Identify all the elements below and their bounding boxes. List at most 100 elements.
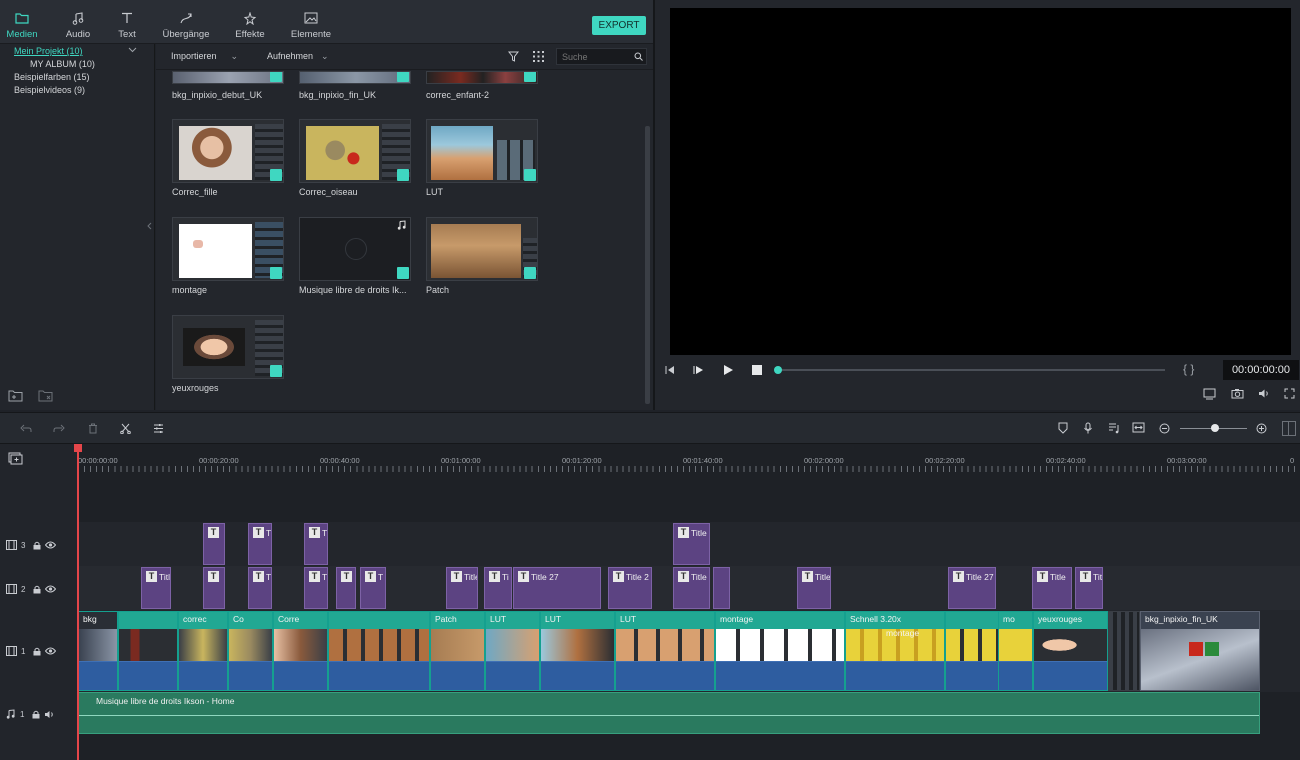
title-clip[interactable]: T Title 27	[948, 567, 996, 609]
grid-view-icon[interactable]	[533, 51, 544, 62]
title-clip[interactable]: TTitle	[673, 567, 710, 609]
remove-folder-icon[interactable]	[38, 389, 53, 402]
tab-effekte[interactable]: Effekte	[220, 10, 280, 40]
marker-shield-icon[interactable]	[1058, 422, 1068, 434]
title-clip[interactable]: T Title 2	[608, 567, 652, 609]
video-clip[interactable]	[328, 611, 430, 691]
timeline-panel-toggle[interactable]	[1282, 421, 1296, 436]
delete-icon[interactable]	[88, 423, 98, 434]
redo-icon[interactable]	[53, 424, 65, 433]
video-clip[interactable]: mo	[998, 611, 1033, 691]
eye-icon[interactable]	[45, 585, 56, 593]
play-icon[interactable]	[723, 365, 733, 375]
undo-icon[interactable]	[20, 424, 32, 433]
record-dropdown[interactable]: Aufnehmen ⌄	[267, 51, 329, 62]
title-clip[interactable]: TTitle	[1032, 567, 1072, 609]
video-clip[interactable]: Corre	[273, 611, 328, 691]
title-clip[interactable]: T	[203, 523, 225, 565]
snapshot-camera-icon[interactable]	[1231, 388, 1244, 399]
volume-icon[interactable]	[1258, 388, 1270, 399]
title-clip[interactable]: T Titl	[141, 567, 171, 609]
video-clip[interactable]: LUT	[485, 611, 540, 691]
step-back-icon[interactable]	[665, 365, 676, 375]
media-item-thumbnail[interactable]	[172, 119, 284, 183]
eye-icon[interactable]	[45, 541, 56, 549]
playhead[interactable]	[77, 444, 79, 760]
adjust-settings-icon[interactable]	[153, 423, 164, 434]
render-preview-icon[interactable]	[1203, 388, 1217, 400]
media-item-thumbnail[interactable]	[426, 119, 538, 183]
media-item-thumbnail[interactable]	[299, 71, 411, 84]
speaker-icon[interactable]	[44, 710, 55, 719]
add-track-icon[interactable]	[8, 452, 23, 465]
title-clip[interactable]: TTitle	[446, 567, 478, 609]
stop-icon[interactable]	[752, 365, 762, 375]
playback-handle[interactable]	[774, 366, 782, 374]
video-clip[interactable]: montage	[715, 611, 845, 691]
zoom-in-icon[interactable]	[1256, 423, 1267, 434]
lock-icon[interactable]	[33, 585, 41, 594]
video-clip[interactable]: correc	[178, 611, 228, 691]
video-clip[interactable]	[1108, 611, 1140, 691]
cut-scissors-icon[interactable]	[120, 423, 131, 434]
voiceover-list-icon[interactable]	[1108, 422, 1120, 434]
video-clip[interactable]: Schnell 3.20x montage	[845, 611, 945, 691]
video-clip[interactable]: LUT	[615, 611, 715, 691]
fit-timeline-icon[interactable]	[1132, 422, 1145, 433]
collapse-arrow-icon[interactable]	[147, 222, 152, 230]
title-clip[interactable]	[713, 567, 730, 609]
media-item-thumbnail[interactable]	[172, 71, 284, 84]
media-scrollbar[interactable]	[645, 126, 650, 404]
lock-icon[interactable]	[32, 710, 40, 719]
video-clip[interactable]: bkg	[78, 611, 118, 691]
title-clip[interactable]: TT	[248, 523, 272, 565]
playback-progress-bar[interactable]	[775, 369, 1165, 371]
title-clip[interactable]: T Title 27	[513, 567, 601, 609]
tab-elemente[interactable]: Elemente	[281, 10, 341, 40]
video-clip[interactable]: Co	[228, 611, 273, 691]
tab-medien[interactable]: Medien	[0, 10, 52, 40]
media-item-thumbnail[interactable]	[299, 119, 411, 183]
play-frame-icon[interactable]	[693, 365, 705, 375]
microphone-icon[interactable]	[1083, 422, 1093, 434]
title-clip[interactable]: TT	[304, 567, 328, 609]
media-item-thumbnail[interactable]	[426, 217, 538, 281]
timeline-ruler[interactable]: 00:00:00:00 00:00:20:00 00:00:40:00 00:0…	[78, 444, 1300, 474]
fullscreen-icon[interactable]	[1284, 388, 1295, 399]
sidebar-item-mein-projekt[interactable]: Mein Projekt (10)	[14, 46, 83, 56]
video-clip[interactable]: LUT	[540, 611, 615, 691]
tab-uebergaenge[interactable]: Übergänge	[156, 10, 216, 40]
export-button[interactable]: EXPORT	[592, 16, 646, 35]
video-clip[interactable]	[118, 611, 178, 691]
zoom-slider-handle[interactable]	[1211, 424, 1219, 432]
media-item-thumbnail[interactable]	[172, 315, 284, 379]
new-folder-icon[interactable]	[8, 389, 23, 402]
zoom-out-icon[interactable]	[1159, 423, 1170, 434]
sidebar-item-my-album[interactable]: MY ALBUM (10)	[30, 59, 95, 69]
media-item-thumbnail[interactable]	[172, 217, 284, 281]
title-clip[interactable]: TT	[248, 567, 272, 609]
import-dropdown[interactable]: Importieren ⌄	[171, 51, 238, 62]
sidebar-item-beispielvideos[interactable]: Beispielvideos (9)	[14, 85, 85, 95]
lock-icon[interactable]	[33, 541, 41, 550]
video-clip[interactable]: bkg_inpixio_fin_UK	[1140, 611, 1260, 691]
eye-icon[interactable]	[45, 647, 56, 655]
video-clip[interactable]: yeuxrouges	[1033, 611, 1108, 691]
title-clip[interactable]: TTitle	[797, 567, 831, 609]
title-clip[interactable]: T Ti	[484, 567, 512, 609]
filter-icon[interactable]	[508, 51, 519, 62]
audio-clip[interactable]: Musique libre de droits Ikson - Home	[78, 692, 1260, 734]
tab-text[interactable]: Text	[97, 10, 157, 40]
title-clip[interactable]: T	[336, 567, 356, 609]
title-clip[interactable]: TT	[304, 523, 328, 565]
chevron-down-icon[interactable]	[128, 47, 137, 53]
in-out-markers-icon[interactable]: { }	[1183, 362, 1194, 376]
media-item-thumbnail[interactable]	[426, 71, 538, 84]
lock-icon[interactable]	[33, 647, 41, 656]
title-clip[interactable]: T Tit	[1075, 567, 1103, 609]
title-clip[interactable]: TT	[360, 567, 386, 609]
title-clip[interactable]: TTitle	[673, 523, 710, 565]
search-icon[interactable]	[634, 52, 643, 61]
media-item-thumbnail[interactable]	[299, 217, 411, 281]
video-clip[interactable]: Patch	[430, 611, 485, 691]
